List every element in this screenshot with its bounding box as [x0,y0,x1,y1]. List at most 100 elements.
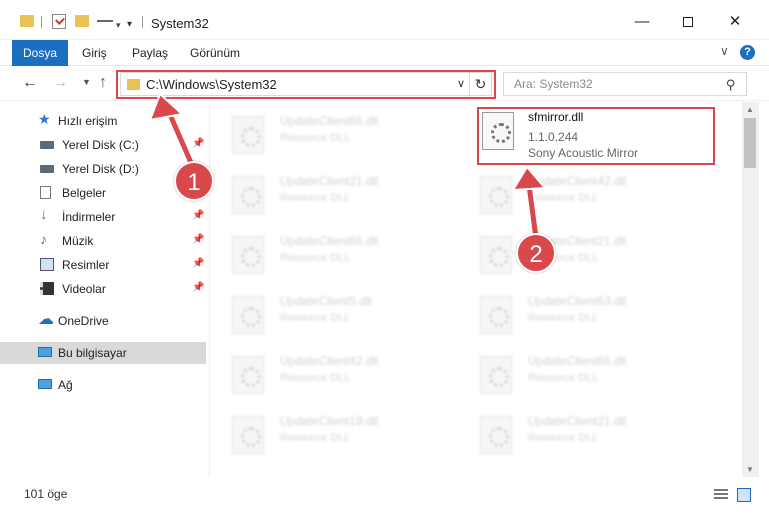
step-1-callout: 1 [174,161,214,201]
forward-button[interactable]: → [52,74,68,92]
music-icon: ♪ [40,231,47,247]
pin-icon[interactable]: 📌 [192,258,204,269]
dll-file-icon [232,356,264,394]
scrollbar-thumb[interactable] [744,118,756,168]
dll-file-icon [480,176,512,214]
item-count: 101 öge [24,487,68,501]
dll-file-icon [480,236,512,274]
sidebar-item-pictures[interactable]: Resimler 📌 [0,254,206,276]
help-icon[interactable]: ? [740,45,755,60]
quick-access-separator [41,16,42,28]
list-item[interactable]: UpdateClient65.dll Resource DLL [458,346,698,404]
scroll-up-icon[interactable]: ▲ [746,105,754,114]
list-item[interactable]: UpdateClient19.dll Resource DLL [210,406,450,464]
quick-access-dropdown-icon[interactable]: ▾ [116,16,121,34]
tab-share[interactable]: Paylaş [132,40,168,66]
file-name: UpdateClient65.dll [528,354,627,368]
pictures-icon [40,258,54,271]
sidebar-item-label: İndirmeler [62,210,116,224]
dll-file-icon [232,416,264,454]
large-icons-view-icon[interactable] [737,488,751,502]
pin-icon[interactable]: 📌 [192,138,204,149]
file-type: Resource DLL [528,372,599,384]
file-name: UpdateClient21.dll [528,414,627,428]
maximize-button[interactable] [678,12,698,32]
file-highlight [477,107,715,165]
minimize-button[interactable]: — [632,12,652,32]
vertical-scrollbar[interactable]: ▲ ▼ [742,102,759,477]
recent-locations-icon[interactable]: ▼ [82,77,91,87]
list-item[interactable]: UpdateClient21.dll Resource DLL [210,166,450,224]
file-type: Resource DLL [280,372,351,384]
drive-icon [40,165,54,173]
tab-home[interactable]: Giriş [82,40,107,66]
cloud-icon: ☁ [38,311,54,328]
title-separator [142,16,143,28]
file-name: UpdateClient19.dll [280,414,379,428]
pin-icon[interactable]: 📌 [192,210,204,221]
sidebar-item-label: Videolar [62,282,106,296]
sidebar-item-downloads[interactable]: ↓ İndirmeler 📌 [0,206,206,228]
title-bar: ▾ ▾ System32 — ✕ [0,0,769,40]
pin-icon[interactable]: 📌 [192,234,204,245]
videos-icon [40,282,54,295]
sidebar-item-this-pc[interactable]: Bu bilgisayar [0,342,206,364]
tab-view[interactable]: Görünüm [190,40,240,66]
list-item[interactable]: UpdateClient42.dll Resource DLL [210,346,450,404]
sidebar-item-quick-access[interactable]: ★ Hızlı erişim [0,110,206,132]
sidebar-item-label: Yerel Disk (C:) [62,138,139,152]
documents-icon [40,186,51,199]
window-title: System32 [151,16,209,31]
sidebar-item-label: Resimler [62,258,110,272]
details-view-icon[interactable] [714,489,728,501]
file-name: UpdateClient42.dll [528,174,627,188]
file-type: Resource DLL [280,252,351,264]
search-input[interactable]: Ara: System32 ⚲ [503,72,747,96]
dll-file-icon [232,296,264,334]
downloads-icon: ↓ [40,206,48,223]
properties-check-icon[interactable] [52,14,66,29]
file-type: Resource DLL [280,132,351,144]
list-item[interactable]: UpdateClient21.dll Resource DLL [458,226,698,284]
list-item[interactable]: UpdateClient63.dll Resource DLL [458,286,698,344]
list-item[interactable]: UpdateClient65.dll Resource DLL [210,106,450,164]
sidebar-item-label: Müzik [62,234,94,248]
list-item[interactable]: UpdateClient65.dll Resource DLL [210,226,450,284]
sidebar-item-network[interactable]: Ağ [0,374,206,396]
list-item[interactable]: UpdateClient21.dll Resource DLL [458,406,698,464]
sidebar-item-label: Bu bilgisayar [58,346,127,360]
maximize-icon [683,17,693,27]
file-type: Resource DLL [280,432,351,444]
new-folder-icon[interactable] [75,15,89,27]
file-name: UpdateClient65.dll [280,114,379,128]
properties-list-icon[interactable] [97,14,113,28]
file-type: Resource DLL [528,312,599,324]
navigation-pane: ★ Hızlı erişim Yerel Disk (C:) 📌 Yerel D… [0,102,210,477]
status-bar: 101 öge [0,478,769,518]
file-name: UpdateClient21.dll [280,174,379,188]
sidebar-item-onedrive[interactable]: ☁ OneDrive [0,310,206,332]
tab-file[interactable]: Dosya [12,40,68,66]
scroll-down-icon[interactable]: ▼ [746,465,754,474]
dll-file-icon [232,176,264,214]
customize-toolbar-icon[interactable]: ▾ [127,15,132,33]
file-type: Resource DLL [528,432,599,444]
search-icon[interactable]: ⚲ [726,77,736,93]
close-button[interactable]: ✕ [725,12,745,32]
dll-file-icon [480,416,512,454]
step-2-callout: 2 [516,233,556,273]
sidebar-item-music[interactable]: ♪ Müzik 📌 [0,230,206,252]
sidebar-item-local-disk-c[interactable]: Yerel Disk (C:) 📌 [0,134,206,156]
pin-icon[interactable]: 📌 [192,282,204,293]
file-type: Resource DLL [280,192,351,204]
file-name: UpdateClient65.dll [280,234,379,248]
expand-ribbon-icon[interactable]: ∨ [720,44,729,58]
list-item[interactable]: UpdateClient42.dll Resource DLL [458,166,698,224]
sidebar-item-label: Belgeler [62,186,107,200]
up-button[interactable]: ↑ [99,74,107,92]
sidebar-item-videos[interactable]: Videolar 📌 [0,278,206,300]
file-type: Resource DLL [280,312,351,324]
dll-file-icon [480,296,512,334]
back-button[interactable]: ← [22,74,38,92]
list-item[interactable]: UpdateClient5.dll Resource DLL [210,286,450,344]
